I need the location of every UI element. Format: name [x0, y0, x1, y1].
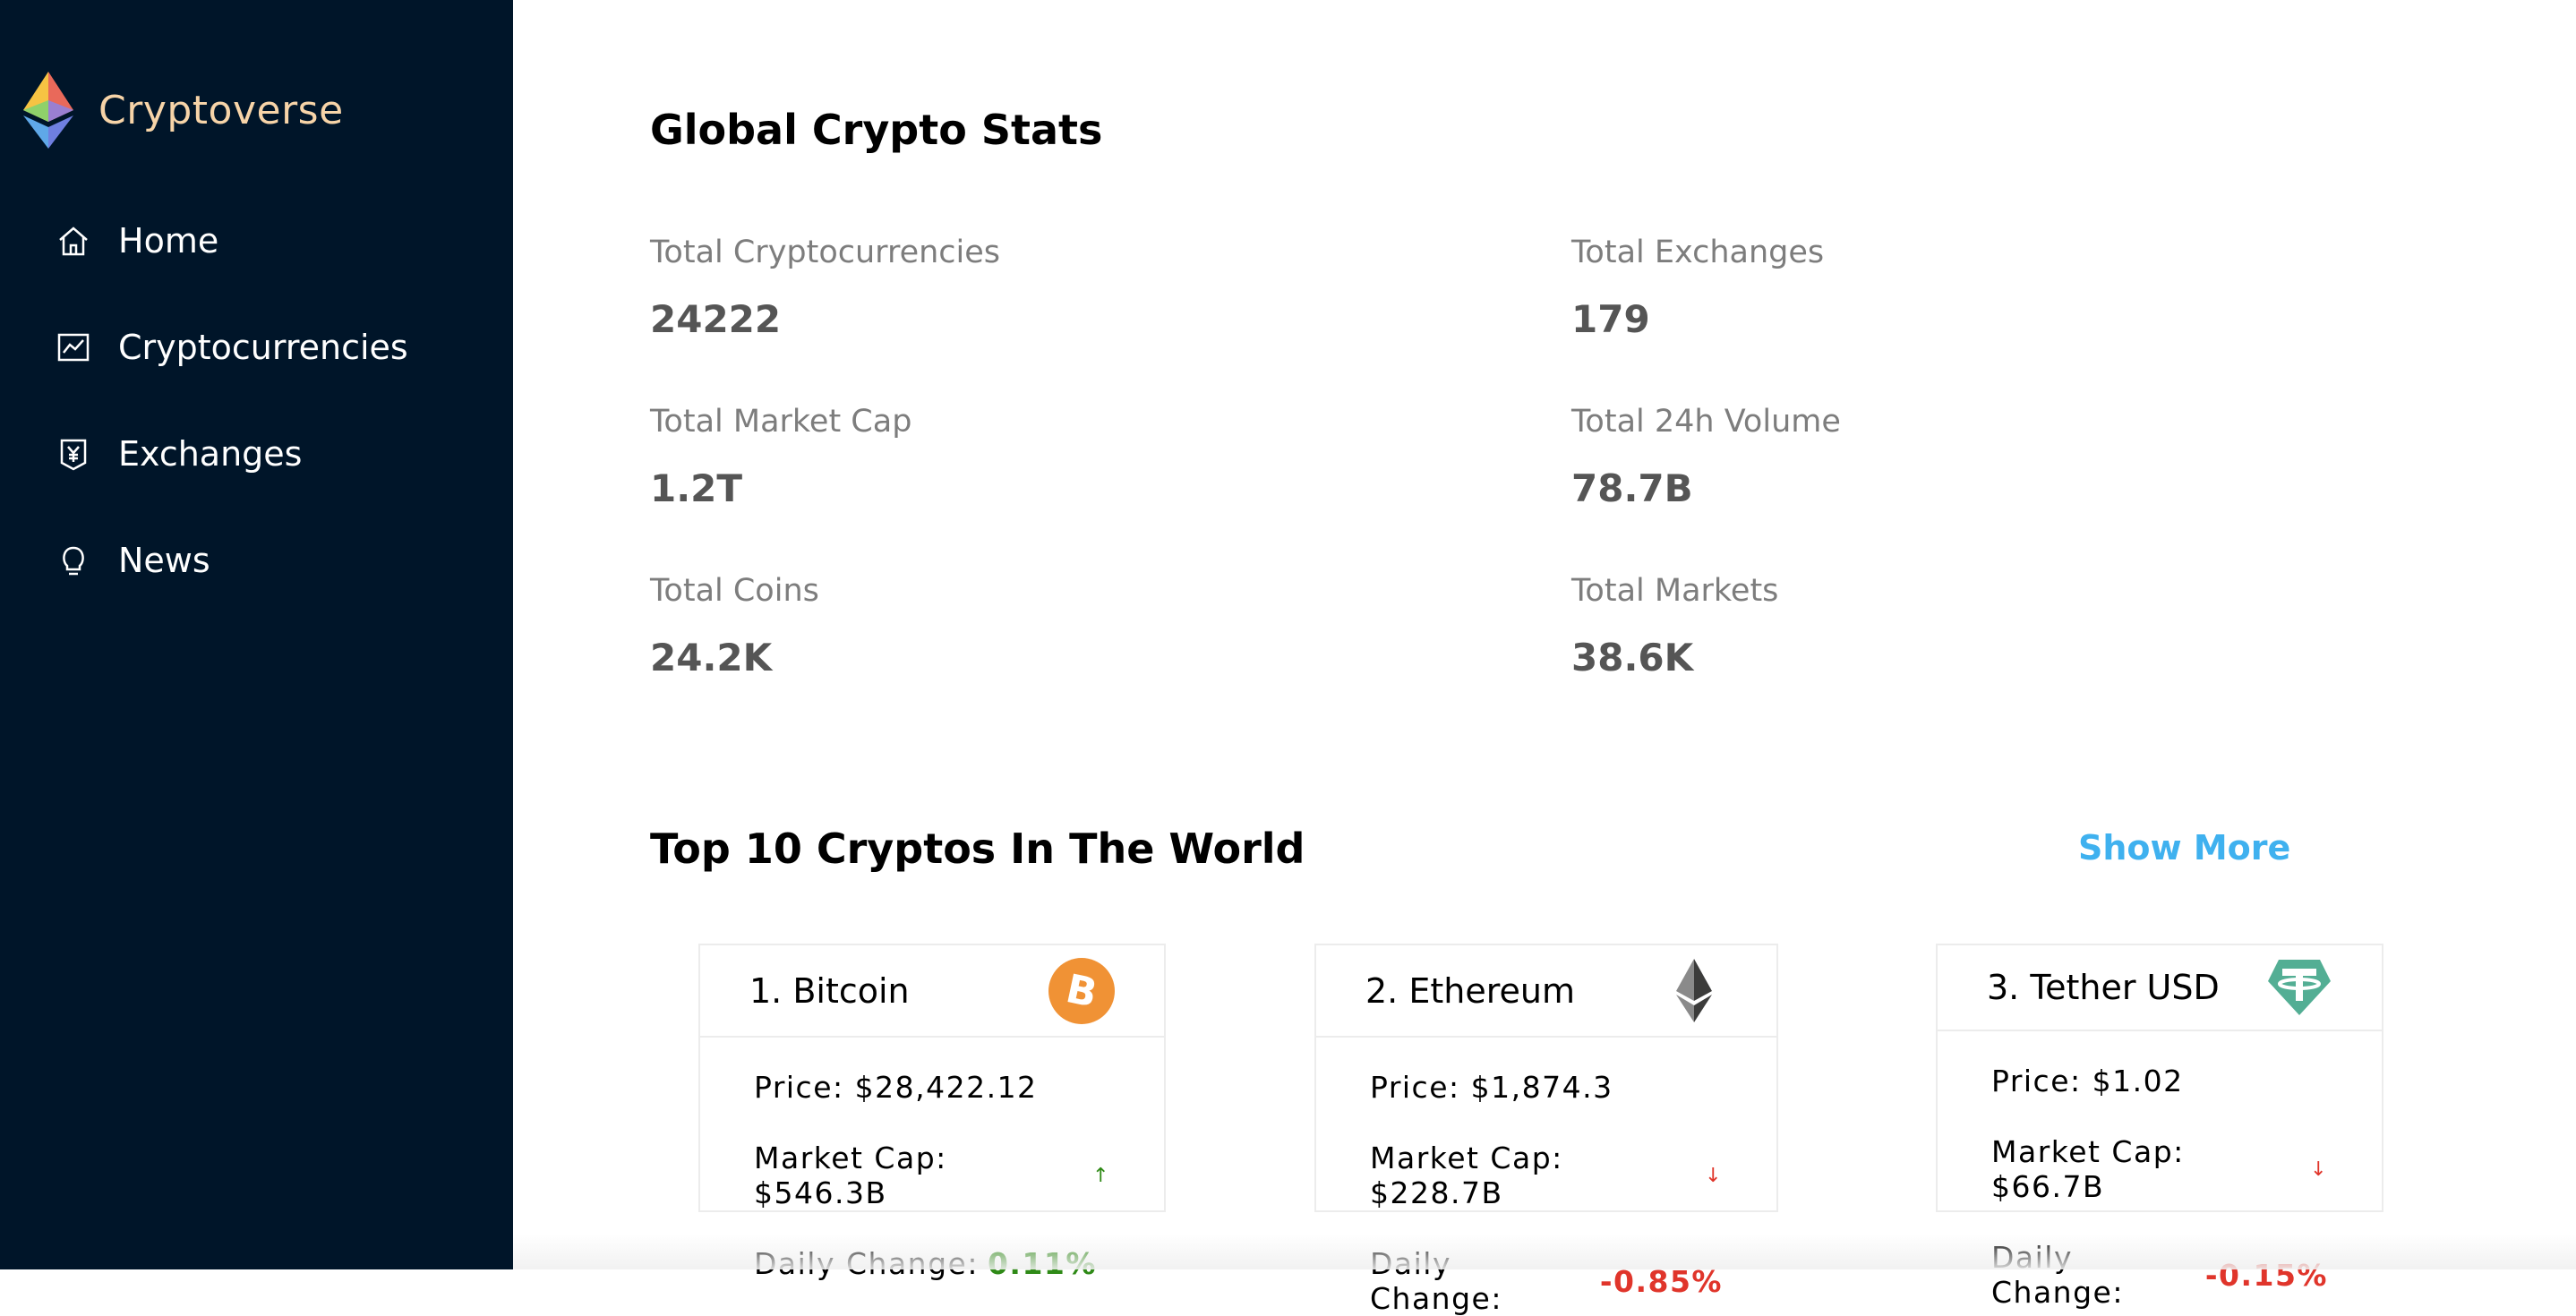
stat-value: 1.2T: [650, 466, 911, 510]
stat-label: Total Exchanges: [1571, 235, 1824, 270]
card-title: 1. Bitcoin: [749, 971, 910, 1011]
nav-item-label: Exchanges: [118, 434, 302, 474]
price: Price: $1,874.3: [1370, 1070, 1613, 1105]
stat-label: Total Markets: [1571, 573, 1778, 609]
scroll-fade: [513, 1234, 2576, 1269]
market-cap: Market Cap: $66.7B: [1991, 1134, 2290, 1204]
show-more-link[interactable]: Show More: [2078, 828, 2290, 867]
bulb-icon: [56, 543, 91, 578]
ethereum-icon: [1661, 958, 1727, 1024]
price-row: Price: $1,874.3: [1370, 1070, 1723, 1105]
crypto-card-tether[interactable]: 3. Tether USD Price: $1.02 Market Cap: $…: [1936, 944, 2383, 1212]
money-collect-icon: [56, 436, 91, 472]
price: Price: $1.02: [1991, 1064, 2184, 1098]
stat-total-exchanges: Total Exchanges 179: [1571, 235, 1824, 341]
top-cryptos-title: Top 10 Cryptos In The World: [650, 825, 1305, 873]
market-cap-row: Market Cap: $66.7B ↓: [1991, 1134, 2328, 1204]
stat-total-24h-volume: Total 24h Volume 78.7B: [1571, 404, 1841, 510]
stat-label: Total Cryptocurrencies: [650, 235, 1000, 270]
arrow-up-icon: ↑: [1092, 1165, 1110, 1187]
ethereum-logo-icon: [23, 72, 73, 149]
price-row: Price: $1.02: [1991, 1064, 2328, 1098]
app-name: Cryptoverse: [98, 88, 344, 133]
logo[interactable]: Cryptoverse: [23, 72, 344, 149]
stat-label: Total 24h Volume: [1571, 404, 1841, 440]
nav-item-label: News: [118, 541, 210, 580]
crypto-card-ethereum[interactable]: 2. Ethereum Price: $1,874.3 Market Cap: …: [1314, 944, 1778, 1212]
stat-value: 38.6K: [1571, 636, 1778, 679]
market-cap: Market Cap: $228.7B: [1370, 1141, 1685, 1210]
card-body: Price: $1,874.3 Market Cap: $228.7B↓ Dai…: [1316, 1038, 1776, 1316]
sidebar: Cryptoverse Home Cryptocurrencies Exchan…: [0, 0, 513, 1269]
nav-item-home[interactable]: Home: [56, 221, 218, 261]
arrow-down-icon: ↓: [1705, 1165, 1723, 1187]
main-content: Global Crypto Stats Total Cryptocurrenci…: [513, 0, 2576, 1269]
stat-label: Total Coins: [650, 573, 819, 609]
stat-value: 179: [1571, 297, 1824, 341]
stat-total-coins: Total Coins 24.2K: [650, 573, 819, 679]
market-cap-row: Market Cap: $546.3B ↑: [754, 1141, 1110, 1210]
crypto-card-bitcoin[interactable]: 1. Bitcoin B Price: $28,422.12 Market Ca…: [698, 944, 1166, 1212]
market-cap: Market Cap: $546.3B: [754, 1141, 1073, 1210]
card-header: 3. Tether USD: [1938, 945, 2382, 1031]
bitcoin-icon: B: [1048, 958, 1115, 1024]
stats-title: Global Crypto Stats: [650, 106, 1102, 154]
stat-value: 24.2K: [650, 636, 819, 679]
card-header: 1. Bitcoin B: [700, 945, 1164, 1038]
card-title: 3. Tether USD: [1987, 968, 2220, 1007]
stat-total-market-cap: Total Market Cap 1.2T: [650, 404, 911, 510]
price-row: Price: $28,422.12: [754, 1070, 1110, 1105]
nav-item-exchanges[interactable]: Exchanges: [56, 434, 302, 474]
market-cap-row: Market Cap: $228.7B ↓: [1370, 1141, 1723, 1210]
stat-value: 24222: [650, 297, 1000, 341]
nav-item-label: Cryptocurrencies: [118, 328, 408, 367]
nav-item-label: Home: [118, 221, 218, 261]
price: Price: $28,422.12: [754, 1070, 1038, 1105]
nav-item-cryptocurrencies[interactable]: Cryptocurrencies: [56, 328, 408, 367]
arrow-down-icon: ↓: [2310, 1158, 2328, 1181]
stat-total-markets: Total Markets 38.6K: [1571, 573, 1778, 679]
nav-item-news[interactable]: News: [56, 541, 210, 580]
home-icon: [56, 223, 91, 259]
stat-total-cryptocurrencies: Total Cryptocurrencies 24222: [650, 235, 1000, 341]
line-chart-icon: [56, 329, 91, 365]
card-header: 2. Ethereum: [1316, 945, 1776, 1038]
tether-icon: [2266, 954, 2332, 1021]
stat-value: 78.7B: [1571, 466, 1841, 510]
stat-label: Total Market Cap: [650, 404, 911, 440]
card-title: 2. Ethereum: [1365, 971, 1575, 1011]
